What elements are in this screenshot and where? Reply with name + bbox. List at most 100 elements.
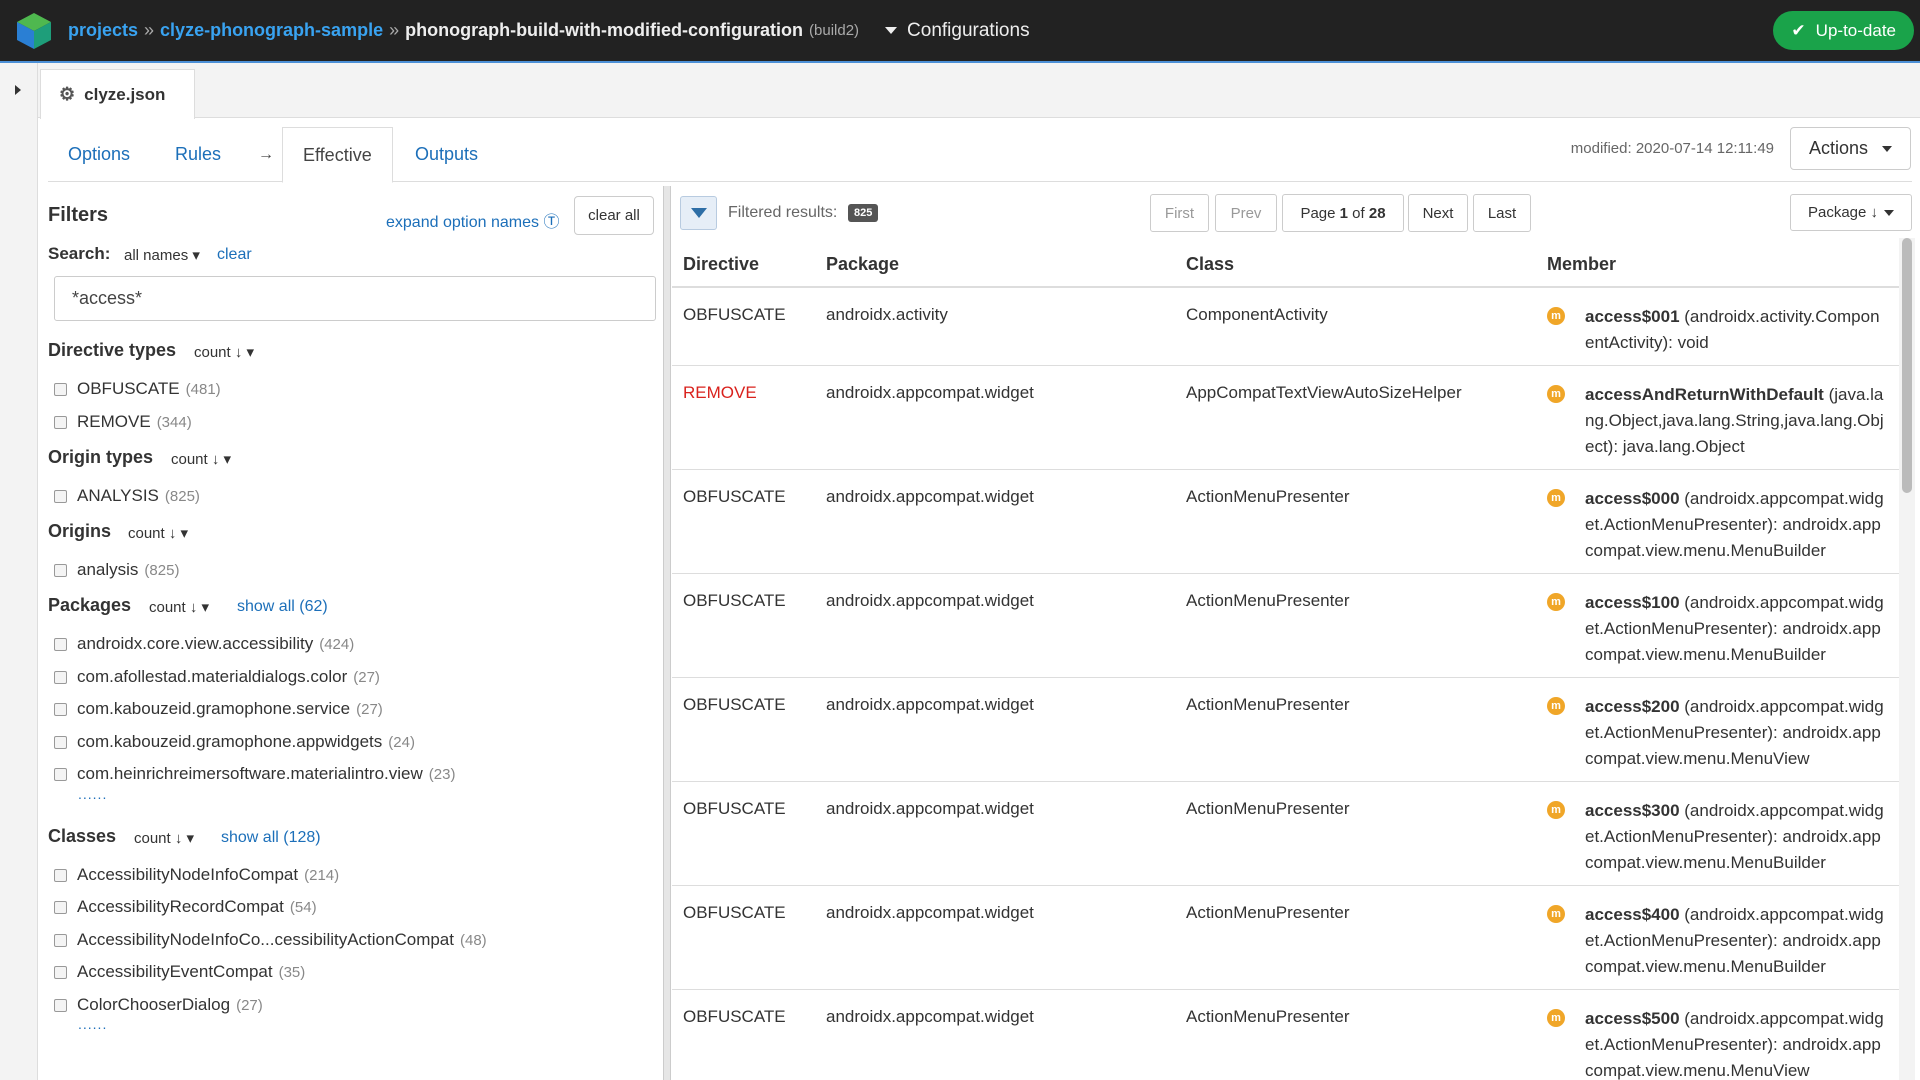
checkbox[interactable]	[54, 965, 67, 979]
checkbox[interactable]	[54, 382, 67, 396]
search-input[interactable]	[54, 276, 656, 321]
filter-checkbox-item[interactable]: com.kabouzeid.gramophone.service (27)	[54, 698, 383, 720]
pager-next-button[interactable]: Next	[1408, 194, 1468, 232]
count-sort-dropdown[interactable]: count ↓ ▾	[171, 450, 231, 468]
configurations-label: Configurations	[907, 19, 1030, 41]
classes-show-all-link[interactable]: show all (128)	[221, 829, 321, 847]
cell-directive: OBFUSCATE	[683, 695, 786, 714]
clear-all-button[interactable]: clear all	[574, 196, 654, 235]
checkbox[interactable]	[54, 563, 67, 577]
side-panel-toggle[interactable]	[0, 63, 38, 1080]
pager-page-indicator: Page 1 of 28	[1282, 194, 1404, 232]
pager-last-button[interactable]: Last	[1473, 194, 1531, 232]
method-icon: m	[1547, 385, 1565, 403]
tab-options[interactable]: Options	[48, 127, 150, 182]
checkbox[interactable]	[54, 868, 67, 882]
pager-first-button[interactable]: First	[1150, 194, 1209, 232]
filter-checkbox-item[interactable]: com.heinrichreimersoftware.materialintro…	[54, 763, 455, 785]
breadcrumb-build: phonograph-build-with-modified-configura…	[405, 20, 804, 40]
table-row[interactable]: OBFUSCATE androidx.appcompat.widget Action…	[672, 886, 1899, 990]
status-label: Up-to-date	[1815, 20, 1896, 40]
panel-resize-handle[interactable]	[663, 186, 671, 1080]
checkbox[interactable]	[54, 637, 67, 651]
status-button[interactable]: ✔ Up-to-date	[1773, 11, 1914, 50]
checkbox[interactable]	[54, 767, 67, 781]
results-count-badge: 825	[848, 204, 879, 222]
expand-option-names-link[interactable]: expand option names Ⓣ	[386, 208, 559, 232]
table-row[interactable]: REMOVE androidx.appcompat.widget AppCompat…	[672, 366, 1899, 470]
member-name: accessAndReturnWithDefault	[1585, 385, 1824, 404]
table-row[interactable]: OBFUSCATE androidx.appcompat.widget Action…	[672, 990, 1899, 1080]
cell-package: androidx.appcompat.widget	[826, 695, 1034, 714]
count-sort-dropdown[interactable]: count ↓ ▾	[149, 598, 209, 616]
cell-class: ComponentActivity	[1186, 305, 1328, 324]
column-header-package[interactable]: Package	[826, 254, 899, 275]
table-row[interactable]: OBFUSCATE androidx.appcompat.widget Action…	[672, 574, 1899, 678]
cell-member: m accessAndReturnWithDefault (java.lang.O…	[1547, 382, 1887, 460]
packages-show-all-link[interactable]: show all (62)	[237, 598, 328, 616]
search-scope-dropdown[interactable]: all names ▾	[124, 246, 200, 264]
tab-effective[interactable]: Effective	[282, 127, 393, 183]
column-header-directive[interactable]: Directive	[683, 254, 759, 275]
table-row[interactable]: OBFUSCATE androidx.appcompat.widget Action…	[672, 470, 1899, 574]
table-row[interactable]: OBFUSCATE androidx.appcompat.widget Action…	[672, 678, 1899, 782]
checkbox[interactable]	[54, 998, 67, 1012]
checkbox[interactable]	[54, 900, 67, 914]
filter-checkbox-item[interactable]: androidx.core.view.accessibility (424)	[54, 633, 354, 655]
breadcrumb-project[interactable]: clyze-phonograph-sample	[160, 20, 383, 41]
actions-button[interactable]: Actions	[1790, 127, 1911, 170]
check-icon: ✔	[1791, 20, 1806, 40]
top-navbar: projects » clyze-phonograph-sample » pho…	[0, 0, 1920, 61]
filter-checkbox-item[interactable]: ColorChooserDialog (27)	[54, 994, 263, 1016]
configurations-dropdown[interactable]: Configurations	[885, 20, 1030, 42]
tab-rules[interactable]: Rules	[155, 127, 241, 182]
table-row[interactable]: OBFUSCATE androidx.activity ComponentActiv…	[672, 288, 1899, 366]
filter-checkbox-item[interactable]: ANALYSIS (825)	[54, 485, 200, 507]
file-tab-clyze-json[interactable]: ⚙ clyze.json	[40, 69, 195, 119]
table-row[interactable]: OBFUSCATE androidx.appcompat.widget Action…	[672, 782, 1899, 886]
checkbox[interactable]	[54, 933, 67, 947]
count-sort-dropdown[interactable]: count ↓ ▾	[128, 524, 188, 542]
member-name: access$001	[1585, 307, 1680, 326]
count-sort-dropdown[interactable]: count ↓ ▾	[194, 343, 254, 361]
scrollbar-thumb[interactable]	[1902, 238, 1912, 493]
filter-checkbox-item[interactable]: OBFUSCATE (481)	[54, 378, 221, 400]
funnel-icon	[690, 208, 707, 218]
search-clear-link[interactable]: clear	[217, 246, 252, 264]
checkbox[interactable]	[54, 489, 67, 503]
filter-checkbox-item[interactable]: AccessibilityRecordCompat (54)	[54, 896, 317, 918]
cube-logo-icon[interactable]	[14, 11, 54, 51]
arrow-right-icon: →	[258, 146, 274, 163]
column-header-member[interactable]: Member	[1547, 254, 1616, 275]
checkbox[interactable]	[54, 735, 67, 749]
sort-package-dropdown[interactable]: Package ↓	[1790, 194, 1912, 231]
cell-member: m access$400 (androidx.appcompat.widget.A…	[1547, 902, 1887, 980]
filter-checkbox-item[interactable]: analysis (825)	[54, 559, 179, 581]
count-sort-dropdown[interactable]: count ↓ ▾	[134, 829, 194, 847]
more-packages-dots[interactable]: ......	[78, 786, 107, 802]
checkbox[interactable]	[54, 415, 67, 429]
file-tab-bar: ⚙ clyze.json	[38, 63, 1920, 119]
pager-prev-button[interactable]: Prev	[1215, 194, 1277, 232]
filter-item-count: (825)	[164, 487, 200, 505]
checkbox[interactable]	[54, 670, 67, 684]
filter-item-count: (27)	[356, 700, 383, 718]
checkbox[interactable]	[54, 702, 67, 716]
tab-outputs[interactable]: Outputs	[395, 127, 498, 182]
filter-checkbox-item[interactable]: AccessibilityEventCompat (35)	[54, 961, 305, 983]
filter-item-count: (825)	[144, 561, 180, 579]
expand-label: expand option names	[386, 214, 539, 231]
filter-checkbox-item[interactable]: REMOVE (344)	[54, 411, 192, 433]
filter-checkbox-item[interactable]: com.afollestad.materialdialogs.color (27)	[54, 666, 380, 688]
method-icon: m	[1547, 593, 1565, 611]
more-classes-dots[interactable]: ......	[78, 1016, 107, 1032]
filter-checkbox-item[interactable]: AccessibilityNodeInfoCo...cessibilityAct…	[54, 929, 487, 951]
breadcrumb-projects[interactable]: projects	[68, 20, 138, 41]
column-header-class[interactable]: Class	[1186, 254, 1234, 275]
cell-class: AppCompatTextViewAutoSizeHelper	[1186, 383, 1462, 402]
cell-member: m access$300 (androidx.appcompat.widget.A…	[1547, 798, 1887, 876]
filter-checkbox-item[interactable]: AccessibilityNodeInfoCompat (214)	[54, 864, 339, 886]
results-scrollbar[interactable]	[1899, 238, 1915, 1080]
filter-toggle-button[interactable]	[680, 196, 717, 230]
filter-checkbox-item[interactable]: com.kabouzeid.gramophone.appwidgets (24)	[54, 731, 415, 753]
